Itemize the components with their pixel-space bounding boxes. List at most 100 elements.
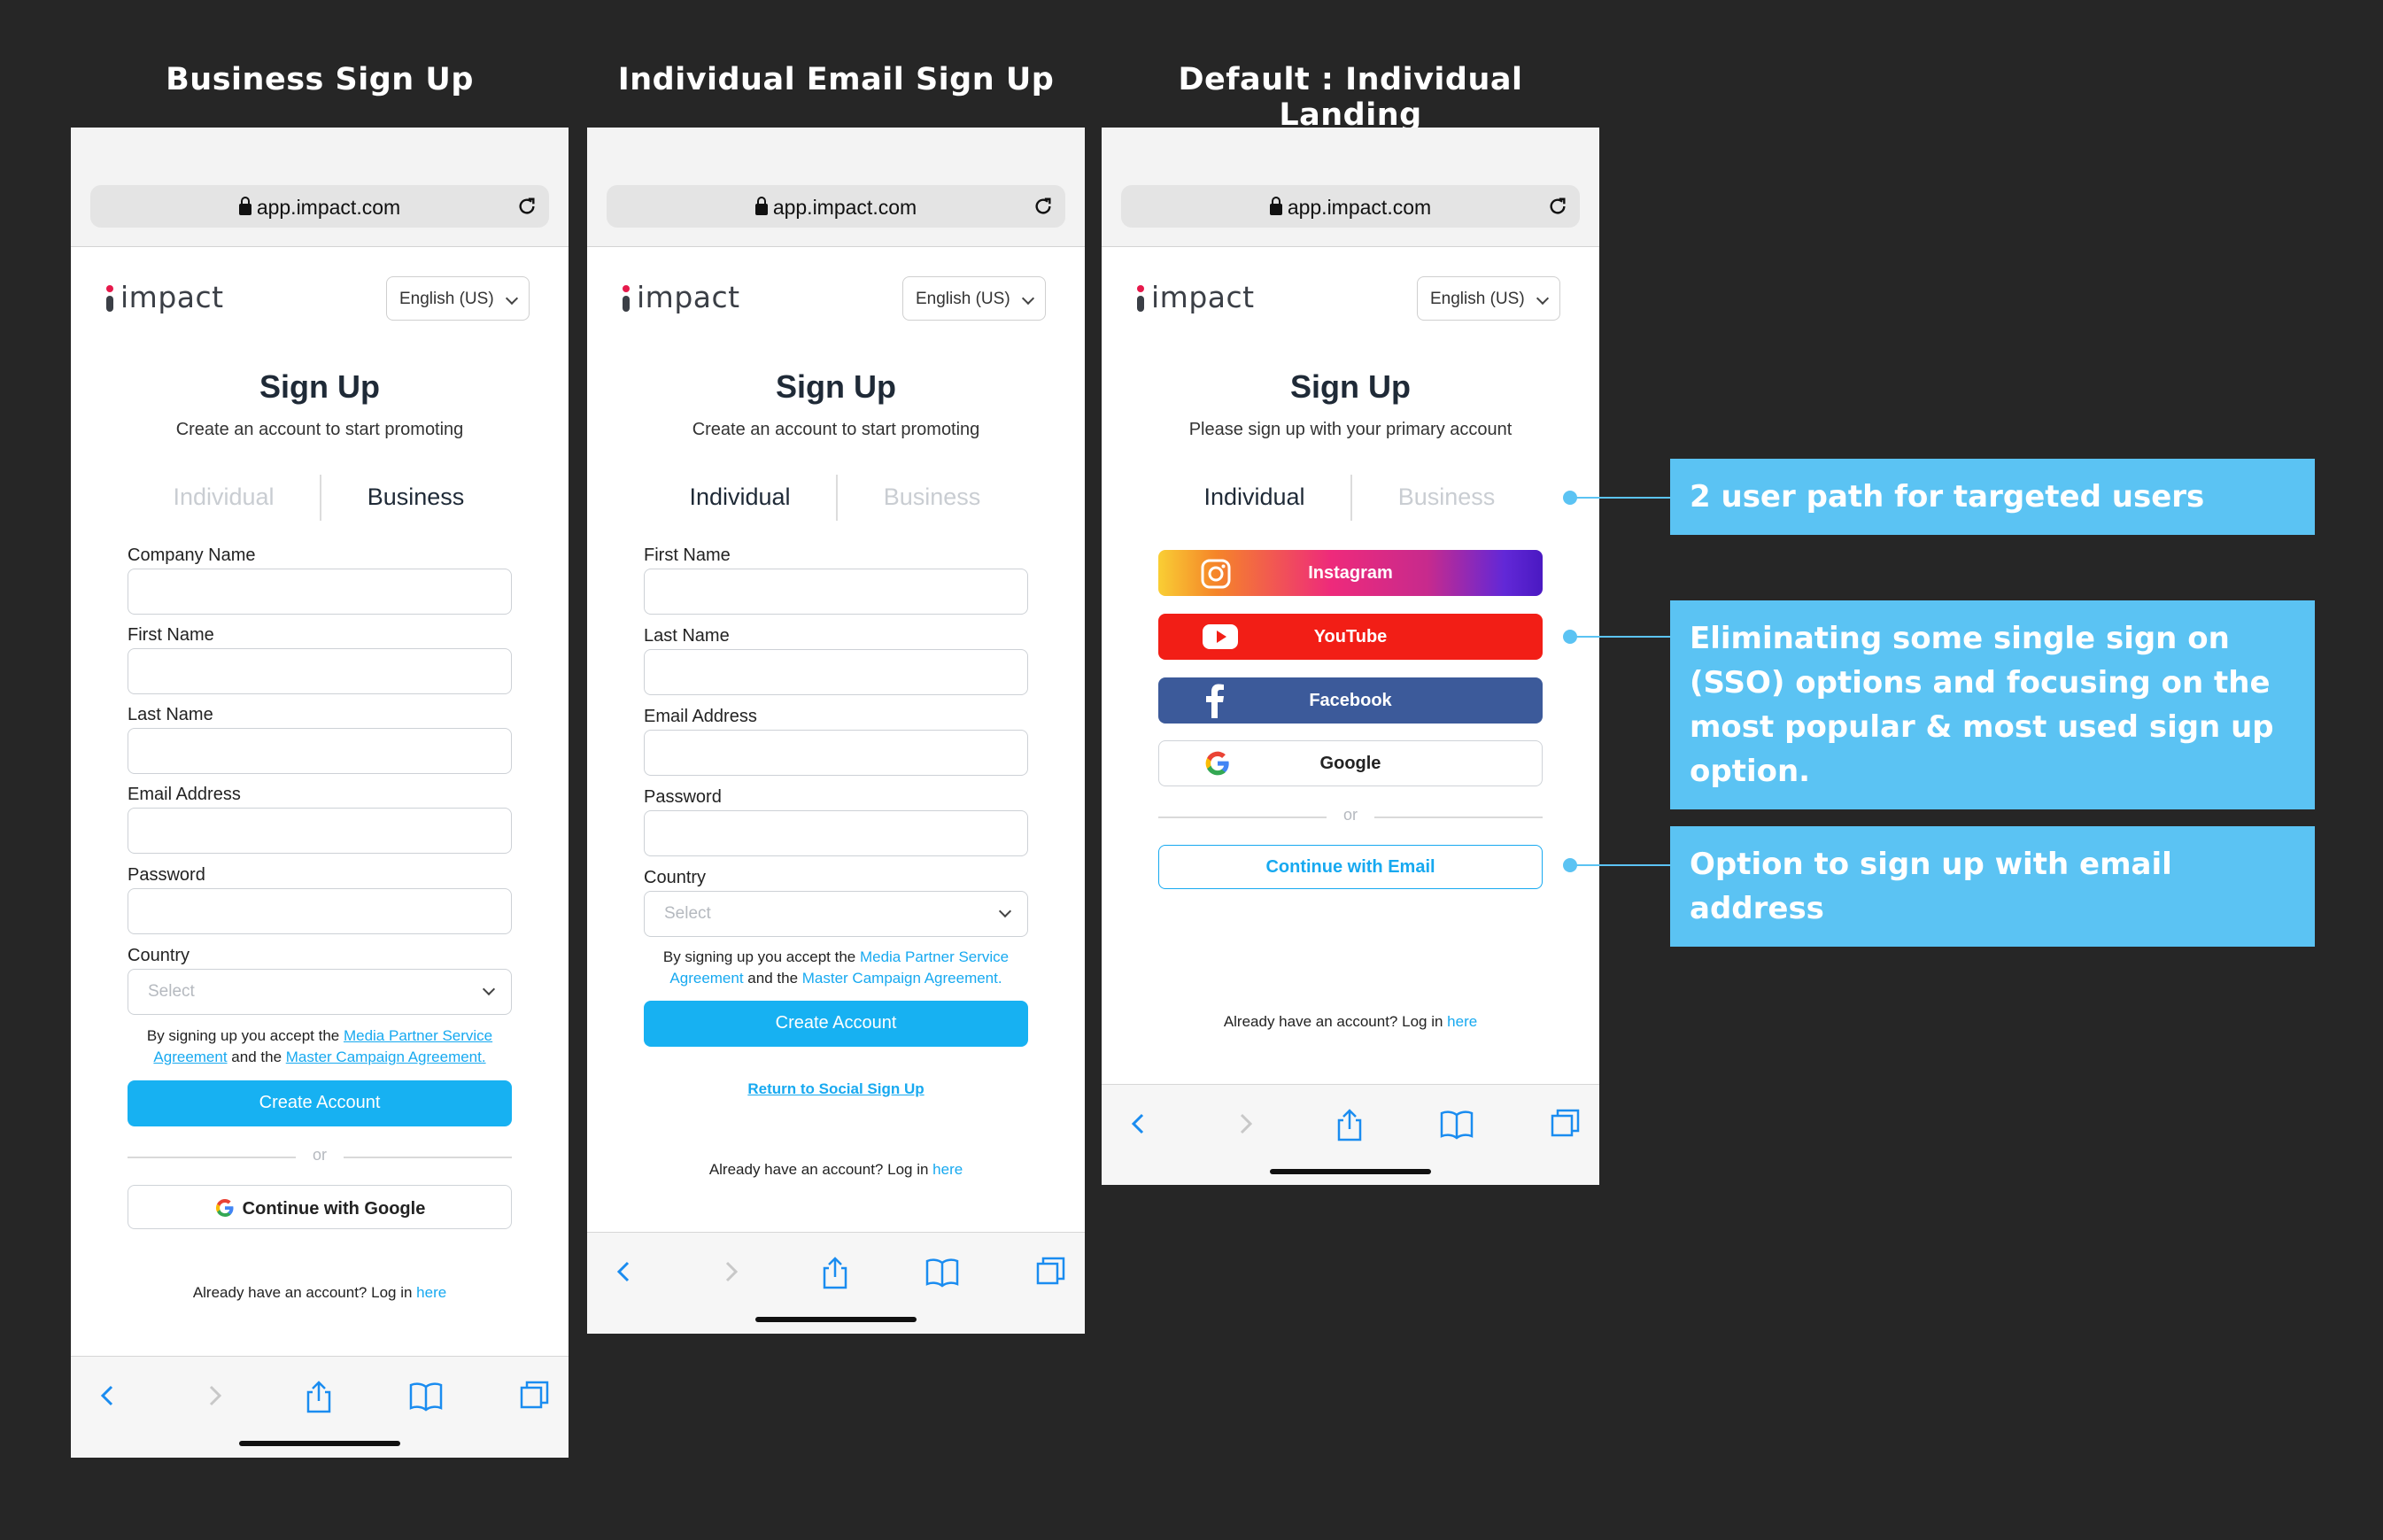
first-name-label: First Name bbox=[128, 625, 214, 645]
account-type-tabs: Individual Business bbox=[1158, 475, 1543, 521]
language-select[interactable]: English (US) bbox=[386, 276, 530, 321]
facebook-signup-button[interactable]: Facebook bbox=[1158, 677, 1543, 724]
column-title-business: Business Sign Up bbox=[166, 62, 474, 97]
language-select[interactable]: English (US) bbox=[902, 276, 1046, 321]
forward-icon[interactable] bbox=[198, 1380, 230, 1412]
continue-with-google-button[interactable]: Continue with Google bbox=[128, 1185, 512, 1229]
browser-top-bar: app.impact.com bbox=[1102, 128, 1599, 247]
facebook-icon bbox=[1206, 684, 1224, 718]
browser-top-bar: app.impact.com bbox=[71, 128, 569, 247]
share-icon[interactable] bbox=[819, 1256, 851, 1291]
page-subtitle: Create an account to start promoting bbox=[175, 420, 464, 439]
back-icon[interactable] bbox=[608, 1256, 640, 1288]
address-bar[interactable]: app.impact.com bbox=[607, 185, 1065, 228]
country-label: Country bbox=[644, 868, 707, 887]
instagram-signup-button[interactable]: Instagram bbox=[1158, 550, 1543, 596]
tab-individual[interactable]: Individual bbox=[128, 484, 320, 511]
youtube-icon bbox=[1203, 624, 1238, 649]
bookmarks-icon[interactable] bbox=[925, 1256, 960, 1288]
annotation-connector bbox=[1570, 864, 1670, 866]
chevron-down-icon bbox=[998, 904, 1012, 918]
chevron-down-icon bbox=[505, 291, 519, 306]
tabs-icon[interactable] bbox=[519, 1380, 551, 1412]
login-prompt: Already have an account? Log in here bbox=[708, 1161, 963, 1178]
chevron-down-icon bbox=[482, 982, 496, 996]
youtube-signup-button[interactable]: YouTube bbox=[1158, 614, 1543, 660]
page-subtitle: Create an account to start promoting bbox=[692, 420, 980, 439]
tabs-icon[interactable] bbox=[1550, 1108, 1582, 1140]
column-title-individual-landing: Default : Individual Landing bbox=[1178, 62, 1523, 133]
reload-icon[interactable] bbox=[517, 197, 537, 216]
or-divider: or bbox=[128, 1146, 512, 1167]
back-icon[interactable] bbox=[1123, 1108, 1155, 1140]
account-type-tabs: Individual Business bbox=[128, 475, 512, 521]
lock-icon bbox=[238, 197, 251, 215]
instagram-icon bbox=[1201, 559, 1231, 589]
first-name-input[interactable] bbox=[128, 648, 512, 694]
last-name-label: Last Name bbox=[644, 626, 730, 646]
terms-text: By signing up you accept the Media Partn… bbox=[146, 1027, 493, 1065]
password-input[interactable] bbox=[128, 888, 512, 934]
country-select[interactable]: Select bbox=[644, 891, 1028, 937]
return-to-social-signup-link[interactable]: Return to Social Sign Up bbox=[587, 1080, 1085, 1098]
bookmarks-icon[interactable] bbox=[1439, 1108, 1474, 1140]
browser-top-bar: app.impact.com bbox=[587, 128, 1085, 247]
password-input[interactable] bbox=[644, 810, 1028, 856]
bookmarks-icon[interactable] bbox=[408, 1380, 444, 1412]
tab-individual[interactable]: Individual bbox=[1158, 484, 1350, 511]
country-select[interactable]: Select bbox=[128, 969, 512, 1015]
login-prompt: Already have an account? Log in here bbox=[1223, 1013, 1478, 1030]
annotation-connector bbox=[1570, 497, 1670, 499]
email-input[interactable] bbox=[128, 808, 512, 854]
country-label: Country bbox=[128, 946, 190, 965]
last-name-input[interactable] bbox=[644, 649, 1028, 695]
login-link[interactable]: here bbox=[1447, 1013, 1477, 1030]
url-text: app.impact.com bbox=[256, 196, 401, 219]
continue-with-email-button[interactable]: Continue with Email bbox=[1158, 845, 1543, 889]
login-prompt: Already have an account? Log in here bbox=[192, 1284, 447, 1301]
column-title-individual-email: Individual Email Sign Up bbox=[617, 62, 1055, 97]
tab-individual[interactable]: Individual bbox=[644, 484, 836, 511]
page-subtitle: Please sign up with your primary account bbox=[1188, 420, 1513, 439]
lock-icon bbox=[1269, 197, 1282, 215]
create-account-button[interactable]: Create Account bbox=[644, 1001, 1028, 1047]
phone-individual-landing: app.impact.com impact English (US) Sign … bbox=[1102, 128, 1599, 1185]
forward-icon[interactable] bbox=[1229, 1108, 1261, 1140]
phone-business-signup: app.impact.com impact English (US) Sign … bbox=[71, 128, 569, 1458]
master-campaign-agreement-link[interactable]: Master Campaign Agreement. bbox=[802, 970, 1002, 987]
password-label: Password bbox=[644, 787, 722, 807]
url-text: app.impact.com bbox=[1287, 196, 1432, 219]
forward-icon[interactable] bbox=[715, 1256, 747, 1288]
email-label: Email Address bbox=[644, 707, 757, 726]
first-name-input[interactable] bbox=[644, 569, 1028, 615]
last-name-input[interactable] bbox=[128, 728, 512, 774]
reload-icon[interactable] bbox=[1033, 197, 1053, 216]
tab-business[interactable]: Business bbox=[836, 484, 1028, 511]
tabs-icon[interactable] bbox=[1035, 1256, 1067, 1288]
login-link[interactable]: here bbox=[932, 1161, 963, 1178]
share-icon[interactable] bbox=[1334, 1108, 1366, 1143]
terms-text: By signing up you accept the Media Partn… bbox=[662, 948, 1010, 987]
reload-icon[interactable] bbox=[1548, 197, 1567, 216]
back-icon[interactable] bbox=[92, 1380, 124, 1412]
master-campaign-agreement-link[interactable]: Master Campaign Agreement. bbox=[286, 1049, 486, 1065]
language-select[interactable]: English (US) bbox=[1417, 276, 1560, 321]
create-account-button[interactable]: Create Account bbox=[128, 1080, 512, 1126]
page-title: Sign Up bbox=[259, 368, 380, 405]
email-label: Email Address bbox=[128, 785, 241, 804]
annotation-email-option: Option to sign up with email address bbox=[1670, 826, 2315, 947]
annotation-sso-options: Eliminating some single sign on (SSO) op… bbox=[1670, 600, 2315, 809]
company-name-input[interactable] bbox=[128, 569, 512, 615]
chevron-down-icon bbox=[1536, 291, 1550, 306]
address-bar[interactable]: app.impact.com bbox=[90, 185, 549, 228]
or-divider: or bbox=[1158, 806, 1543, 827]
google-signup-button[interactable]: Google bbox=[1158, 740, 1543, 786]
address-bar[interactable]: app.impact.com bbox=[1121, 185, 1580, 228]
email-input[interactable] bbox=[644, 730, 1028, 776]
tab-business[interactable]: Business bbox=[320, 484, 512, 511]
login-link[interactable]: here bbox=[416, 1284, 446, 1301]
page-title: Sign Up bbox=[1290, 368, 1411, 405]
tab-business[interactable]: Business bbox=[1350, 484, 1543, 511]
share-icon[interactable] bbox=[303, 1380, 335, 1415]
chevron-down-icon bbox=[1021, 291, 1035, 306]
